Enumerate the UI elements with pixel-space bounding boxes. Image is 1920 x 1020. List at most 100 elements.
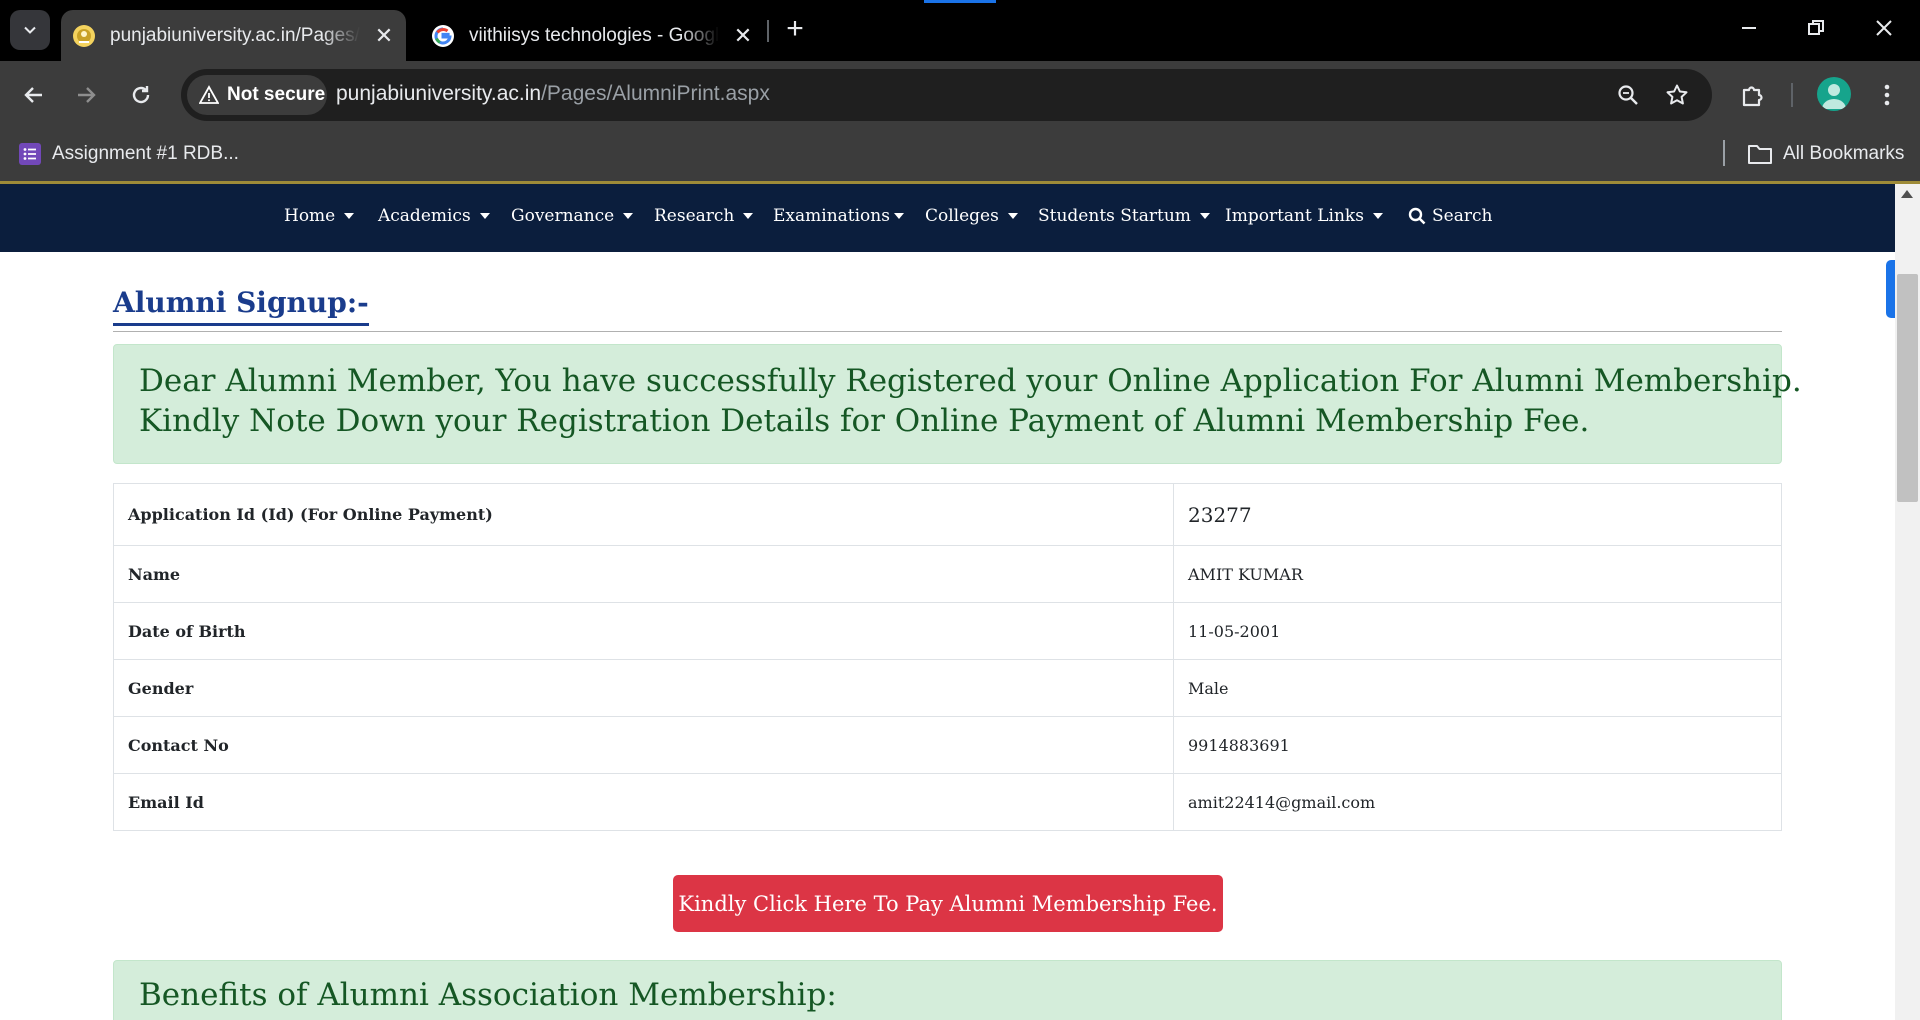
back-button[interactable] xyxy=(14,75,54,115)
nav-research[interactable]: Research xyxy=(654,206,754,226)
arrow-left-icon xyxy=(24,87,42,103)
zoom-button[interactable] xyxy=(1613,80,1643,110)
form-list-icon xyxy=(19,143,41,165)
close-icon xyxy=(1876,20,1892,36)
folder-icon xyxy=(1748,145,1772,164)
browser-menu-button[interactable] xyxy=(1868,76,1906,114)
nav-label: Governance xyxy=(511,206,615,226)
nav-label: Research xyxy=(654,206,735,226)
restore-button[interactable] xyxy=(1796,12,1836,48)
security-label: Not secure xyxy=(227,84,326,105)
detail-label: Contact No xyxy=(113,716,1174,774)
tab-punjabi-university[interactable]: punjabiuniversity.ac.in/Pages/AlumniPrin… xyxy=(61,10,406,61)
caret-down-icon xyxy=(1007,213,1018,219)
detail-value: 23277 xyxy=(1173,483,1782,546)
caret-down-icon xyxy=(893,213,904,219)
caret-down-icon xyxy=(344,213,355,219)
google-favicon-icon xyxy=(432,24,454,47)
security-indicator[interactable]: Not secure xyxy=(187,75,327,115)
scroll-indicator xyxy=(1886,260,1895,318)
reload-button[interactable] xyxy=(121,75,161,115)
chevron-down-icon xyxy=(24,26,36,34)
caret-down-icon xyxy=(743,213,754,219)
table-row: Application Id (Id) (For Online Payment)… xyxy=(113,483,1782,546)
pay-membership-fee-button[interactable]: Kindly Click Here To Pay Alumni Membersh… xyxy=(673,875,1223,932)
extensions-button[interactable] xyxy=(1734,76,1772,114)
forward-button[interactable] xyxy=(66,75,106,115)
table-row: Email Id amit22414@gmail.com xyxy=(113,773,1782,831)
benefits-panel: Benefits of Alumni Association Membershi… xyxy=(113,960,1782,1020)
scroll-up-arrow-icon[interactable] xyxy=(1901,190,1913,198)
nav-label: Examinations xyxy=(773,206,890,226)
star-icon xyxy=(1666,84,1688,105)
bookmarks-bar: Assignment #1 RDB... All Bookmarks xyxy=(0,128,1920,181)
detail-label: Gender xyxy=(113,659,1174,717)
detail-label: Date of Birth xyxy=(113,602,1174,660)
more-vertical-icon xyxy=(1884,84,1890,106)
tab-strip: punjabiuniversity.ac.in/Pages/AlumniPrin… xyxy=(0,0,1920,61)
page-title: Alumni Signup:- xyxy=(113,286,369,326)
zoom-magnifier-icon xyxy=(1618,85,1638,105)
bookmark-assignment[interactable]: Assignment #1 RDB... xyxy=(18,138,239,170)
caret-down-icon xyxy=(1372,213,1383,219)
nav-label: Academics xyxy=(378,206,471,226)
success-alert: Dear Alumni Member, You have successfull… xyxy=(113,344,1802,464)
tab-title: viithiisys technologies - Google Search xyxy=(469,24,719,46)
browser-toolbar: Not secure punjabiuniversity.ac.in/Pages… xyxy=(0,61,1920,128)
nav-students-startum[interactable]: Students Startum xyxy=(1038,206,1210,226)
title-divider xyxy=(113,331,1782,332)
bookmark-star-button[interactable] xyxy=(1662,80,1692,110)
tab-search-button[interactable] xyxy=(10,10,50,50)
all-bookmarks-button[interactable]: All Bookmarks xyxy=(1747,138,1904,170)
detail-label: Email Id xyxy=(113,773,1174,831)
nav-important-links[interactable]: Important Links xyxy=(1225,206,1383,226)
nav-home[interactable]: Home xyxy=(284,206,355,226)
nav-label: Colleges xyxy=(925,206,999,226)
caret-down-icon xyxy=(479,213,490,219)
nav-academics[interactable]: Academics xyxy=(378,206,490,226)
url-host: punjabiuniversity.ac.in xyxy=(336,82,542,105)
nav-colleges[interactable]: Colleges xyxy=(925,206,1018,226)
university-favicon-icon xyxy=(73,24,95,47)
close-window-button[interactable] xyxy=(1864,12,1904,48)
detail-label: Application Id (Id) (For Online Payment) xyxy=(113,483,1174,546)
alert-line-2: Kindly Note Down your Registration Detai… xyxy=(139,403,1590,439)
table-row: Name AMIT KUMAR xyxy=(113,545,1782,603)
tab-google-search[interactable]: viithiisys technologies - Google Search … xyxy=(420,10,765,61)
url-text[interactable]: punjabiuniversity.ac.in/Pages/AlumniPrin… xyxy=(336,82,770,106)
table-row: Contact No 9914883691 xyxy=(113,716,1782,774)
profile-icon xyxy=(1822,84,1846,109)
nav-label: Important Links xyxy=(1225,206,1364,226)
table-row: Date of Birth 11-05-2001 xyxy=(113,602,1782,660)
bookmark-label: Assignment #1 RDB... xyxy=(52,143,239,164)
tab-close-icon[interactable]: ✕ xyxy=(731,23,755,49)
address-bar[interactable]: Not secure punjabiuniversity.ac.in/Pages… xyxy=(181,69,1712,121)
nav-search[interactable]: Search xyxy=(1408,206,1492,226)
detail-value: 9914883691 xyxy=(1173,716,1782,774)
new-tab-button[interactable]: + xyxy=(779,14,811,46)
nav-governance[interactable]: Governance xyxy=(511,206,634,226)
warning-triangle-icon xyxy=(199,85,219,104)
nav-examinations[interactable]: Examinations xyxy=(773,206,904,226)
alert-line-1: Dear Alumni Member, You have successfull… xyxy=(139,363,1802,399)
registration-details-table: Application Id (Id) (For Online Payment)… xyxy=(113,483,1782,831)
profile-avatar[interactable] xyxy=(1817,77,1851,111)
nav-label: Students Startum xyxy=(1038,206,1191,226)
scrollbar-thumb[interactable] xyxy=(1897,274,1918,502)
restore-icon xyxy=(1808,20,1824,35)
all-bookmarks-label: All Bookmarks xyxy=(1783,143,1905,164)
tab-close-icon[interactable]: ✕ xyxy=(372,23,396,49)
search-icon xyxy=(1408,207,1426,225)
minimize-icon xyxy=(1742,27,1756,29)
detail-label: Name xyxy=(113,545,1174,603)
minimize-button[interactable] xyxy=(1729,12,1769,48)
nav-search-label: Search xyxy=(1432,206,1493,226)
detail-value: AMIT KUMAR xyxy=(1173,545,1782,603)
tab-title: punjabiuniversity.ac.in/Pages/AlumniPrin… xyxy=(110,24,360,46)
nav-label: Home xyxy=(284,206,336,226)
reload-icon xyxy=(132,86,150,104)
toolbar-separator xyxy=(1791,83,1793,107)
tab-strip-accent xyxy=(924,0,996,3)
puzzle-icon xyxy=(1742,86,1763,107)
tab-separator xyxy=(767,20,769,42)
